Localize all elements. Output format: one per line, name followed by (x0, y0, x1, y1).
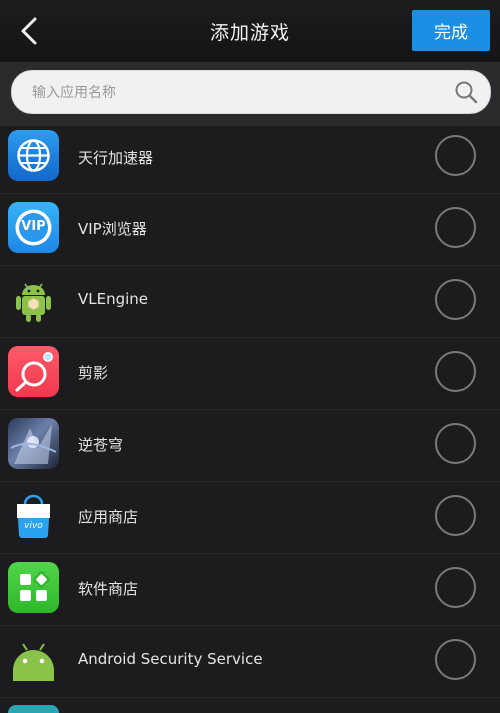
select-radio[interactable] (435, 495, 476, 536)
list-item-partial (0, 702, 500, 713)
list-item[interactable]: vivo 应用商店 (0, 482, 500, 554)
android-head-icon (8, 634, 59, 685)
jianying-icon (8, 346, 59, 397)
app-name: Android Security Service (78, 650, 263, 668)
top-bar: 添加游戏 完成 (0, 0, 500, 62)
app-name: VLEngine (78, 290, 149, 308)
globe-icon (8, 130, 59, 181)
vivo-store-icon: vivo (8, 490, 59, 541)
list-item[interactable]: 软件商店 (0, 554, 500, 626)
software-store-icon (8, 562, 59, 613)
game-art-icon (8, 418, 59, 469)
select-radio[interactable] (435, 279, 476, 320)
search-placeholder: 输入应用名称 (32, 85, 116, 101)
app-name: 天行加速器 (78, 149, 154, 167)
list-item[interactable]: 逆苍穹 (0, 410, 500, 482)
list-item[interactable]: VIP VIP浏览器 (0, 194, 500, 266)
app-icon-partial (8, 705, 59, 713)
vip-icon-text: VIP (21, 219, 46, 234)
app-name: 软件商店 (78, 580, 139, 598)
app-name: 剪影 (78, 364, 109, 382)
select-radio[interactable] (435, 351, 476, 392)
select-radio[interactable] (435, 423, 476, 464)
select-radio[interactable] (435, 567, 476, 608)
app-name: 应用商店 (78, 508, 139, 526)
list-item[interactable]: Android Security Service (0, 626, 500, 698)
vivo-icon-text: vivo (24, 521, 43, 531)
app-list: 天行加速器 VIP VIP浏览器 VLEngine 剪影 逆苍穹 vivo 应用… (0, 126, 500, 698)
list-item[interactable]: 天行加速器 (0, 126, 500, 194)
list-item[interactable]: 剪影 (0, 338, 500, 410)
search-input[interactable]: 输入应用名称 (11, 70, 491, 114)
vip-browser-icon: VIP (8, 202, 59, 253)
select-radio[interactable] (435, 639, 476, 680)
app-name: VIP浏览器 (78, 220, 147, 238)
select-radio[interactable] (435, 135, 476, 176)
select-radio[interactable] (435, 207, 476, 248)
app-name: 逆苍穹 (78, 436, 124, 454)
done-button[interactable]: 完成 (412, 10, 490, 51)
list-item[interactable]: VLEngine (0, 266, 500, 338)
search-bar: 输入应用名称 (0, 62, 500, 126)
android-robot-icon (8, 274, 59, 325)
search-icon[interactable] (454, 80, 478, 108)
